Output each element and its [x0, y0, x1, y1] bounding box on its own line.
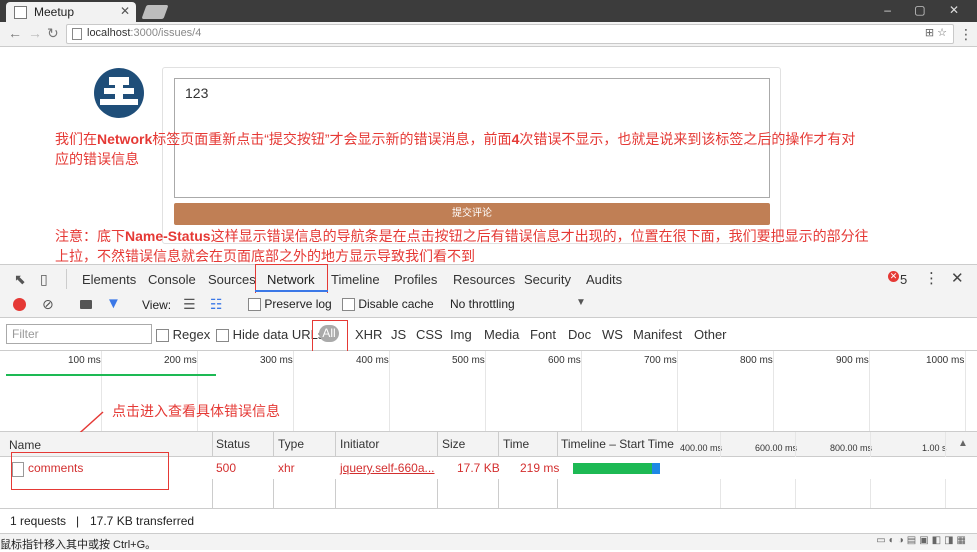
waterfall-tick: 800.00 ms: [830, 443, 873, 453]
comments-row-highlight: [11, 452, 169, 490]
col-type[interactable]: Type: [278, 437, 304, 451]
summary-separator: |: [76, 514, 80, 528]
waterfall-tick: 400.00 ms: [680, 443, 723, 453]
col-time[interactable]: Time: [503, 437, 529, 451]
network-summary: 1 requests | 17.7 KB transferred: [0, 508, 977, 533]
timing-bar-waiting: [573, 463, 652, 474]
request-initiator[interactable]: jquery.self-660a...: [340, 461, 435, 475]
col-initiator[interactable]: Initiator: [340, 437, 379, 451]
status-text: 鼠标指针移入其中或按 Ctrl+G。: [0, 539, 157, 551]
col-status[interactable]: Status: [216, 437, 250, 451]
request-status: 500: [216, 461, 237, 475]
col-timeline[interactable]: Timeline – Start Time: [561, 437, 674, 451]
sort-arrow-icon: ▲: [958, 438, 968, 449]
timing-bar-download: [652, 463, 660, 474]
col-name[interactable]: Name: [9, 438, 41, 452]
request-size: 17.7 KB: [457, 461, 500, 475]
col-size[interactable]: Size: [442, 437, 465, 451]
waterfall-tick: 1.00 s: [922, 443, 947, 453]
waterfall-tick: 600.00 ms: [755, 443, 798, 453]
status-tray-icons[interactable]: ▭◐◑▤▣◧◨▦: [876, 535, 969, 546]
vm-status-bar: 鼠标指针移入其中或按 Ctrl+G。 ▭◐◑▤▣◧◨▦: [0, 533, 977, 551]
request-count: 1 requests: [10, 514, 67, 528]
transferred-size: 17.7 KB transferred: [90, 514, 195, 528]
request-type: xhr: [278, 461, 295, 475]
request-time: 219 ms: [520, 461, 560, 475]
